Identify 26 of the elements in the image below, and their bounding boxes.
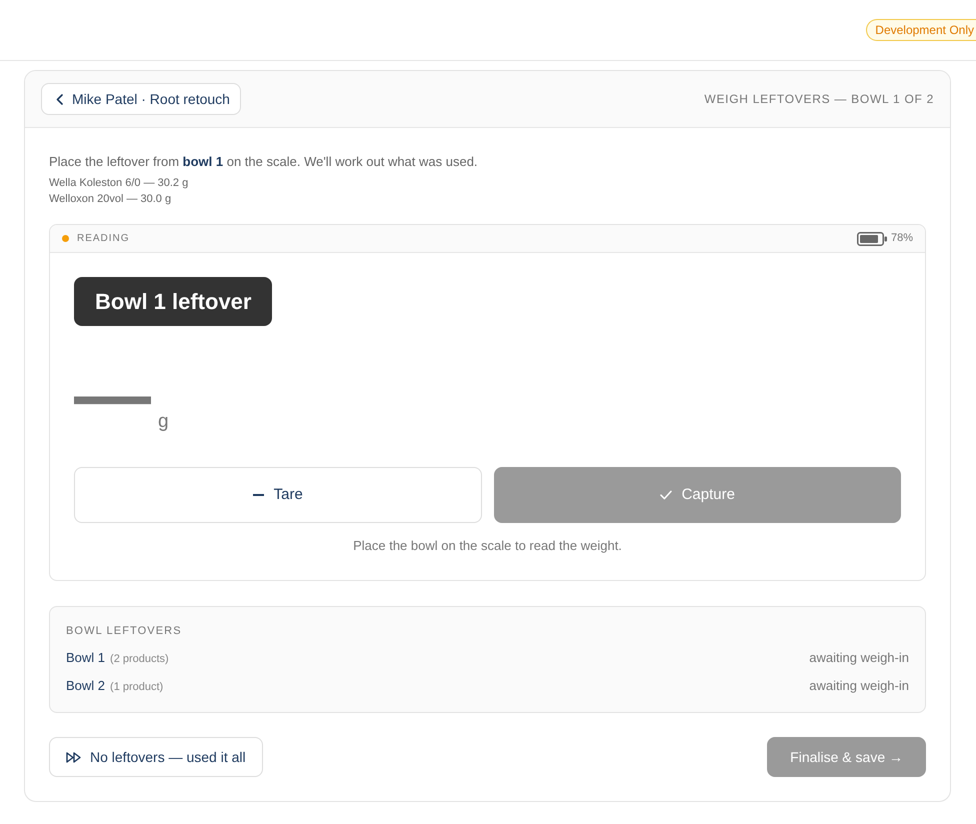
development-badge: Development Only (866, 19, 976, 41)
bowl-label: Bowl 1 leftover (74, 277, 272, 326)
product-line: Wella Koleston 6/0 — 30.2 g (49, 176, 190, 191)
step-indicator: WEIGH LEFTOVERS — BOWL 1 OF 2 (704, 91, 934, 108)
check-icon (660, 490, 672, 500)
back-button[interactable]: Mike Patel · Root retouch (41, 83, 241, 115)
product-count: (1 product) (110, 680, 164, 696)
chevron-left-icon (56, 94, 63, 104)
bowl-status: awaiting weigh-in (809, 649, 909, 668)
weight-value: — (74, 357, 151, 434)
bowl-name: Bowl 2 (66, 677, 106, 696)
product-count: (2 products) (110, 652, 169, 668)
scale-hint: Place the bowl on the scale to read the weight. (352, 537, 623, 555)
fast-forward-icon (66, 752, 81, 762)
leftovers-title: BOWL LEFTOVERS (66, 624, 183, 639)
bowl-name: Bowl 1 (66, 649, 106, 668)
no-leftovers-button[interactable]: No leftovers — used it all (49, 737, 263, 777)
bowl-status: awaiting weigh-in (809, 677, 909, 696)
battery-level-text: 78% (890, 231, 913, 246)
minus-icon (252, 494, 264, 496)
weight-unit: g (158, 412, 169, 434)
product-line: Welloxon 20vol — 30.0 g (49, 192, 172, 207)
status-label: READING (77, 232, 130, 246)
tare-button[interactable]: Tare (74, 467, 482, 523)
instruction-text: Place the leftover from bowl 1 on the scale. We'll work out what was used. (49, 153, 479, 171)
battery-icon (856, 232, 887, 246)
